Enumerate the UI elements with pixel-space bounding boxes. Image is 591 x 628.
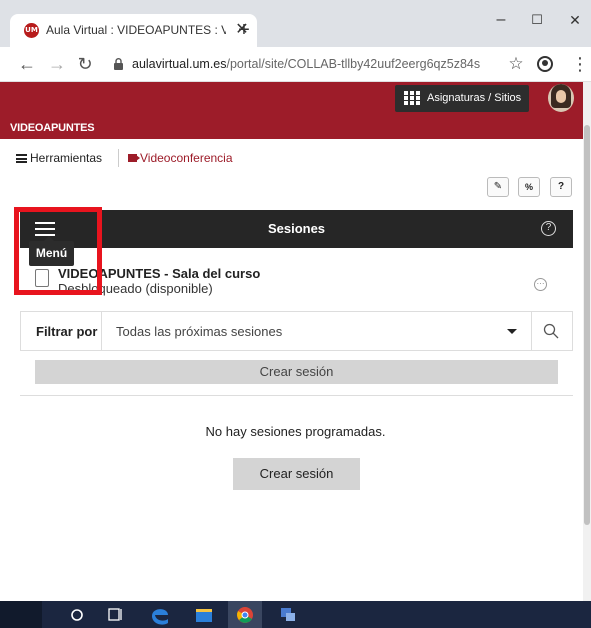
dropdown-caret-icon[interactable]: [507, 329, 517, 334]
help-question-icon[interactable]: ?: [550, 177, 572, 197]
search-circle-icon[interactable]: [60, 601, 94, 628]
sites-button[interactable]: Asignaturas / Sitios: [395, 85, 529, 112]
search-divider: [531, 312, 532, 350]
url-text: aulavirtual.um.es/portal/site/COLLAB-tll…: [132, 57, 480, 71]
account-icon[interactable]: [537, 56, 553, 72]
video-camera-icon: [128, 154, 140, 162]
browser-tab[interactable]: UM Aula Virtual : VIDEOAPUNTES : Vi ✕: [10, 14, 257, 47]
forward-icon[interactable]: →: [47, 54, 67, 74]
sites-button-label: Asignaturas / Sitios: [427, 92, 522, 104]
reload-icon[interactable]: ↻: [75, 54, 95, 74]
url-host: aulavirtual.um.es: [132, 57, 227, 71]
browser-menu-icon[interactable]: ⋮: [571, 54, 589, 74]
filter-select[interactable]: Todas las próximas sesiones: [116, 324, 282, 339]
new-tab-icon[interactable]: +: [234, 20, 254, 40]
tab-title: Aula Virtual : VIDEOAPUNTES : Vi: [46, 23, 226, 37]
minimize-icon[interactable]: –: [491, 10, 511, 30]
room-status: Desbloqueado (disponible): [58, 281, 213, 296]
empty-state-message: No hay sesiones programadas.: [205, 424, 386, 439]
scrollbar-thumb[interactable]: [584, 125, 590, 525]
site-favicon-icon: UM: [24, 23, 39, 38]
edit-pencil-icon[interactable]: ✎: [487, 177, 509, 197]
room-name[interactable]: VIDEOAPUNTES - Sala del curso: [58, 266, 260, 281]
edge-browser-icon[interactable]: [143, 601, 177, 628]
maximize-icon[interactable]: ☐: [527, 10, 547, 30]
site-header: Asignaturas / Sitios VIDEOAPUNTES: [0, 82, 583, 139]
task-view-icon[interactable]: [98, 601, 132, 628]
help-circle-icon[interactable]: ?: [541, 221, 556, 236]
videoconferencia-label: Videoconferencia: [140, 151, 233, 165]
close-window-icon[interactable]: ✕: [565, 10, 585, 30]
network-app-icon[interactable]: [270, 601, 304, 628]
create-session-button[interactable]: Crear sesión: [233, 458, 360, 490]
windows-taskbar: [0, 601, 591, 628]
filter-label: Filtrar por: [36, 324, 98, 339]
sessions-title: Sesiones: [267, 221, 326, 236]
tool-menu-row: Herramientas Videoconferencia: [0, 139, 583, 177]
user-avatar[interactable]: [548, 84, 574, 112]
search-icon[interactable]: [543, 323, 559, 339]
sessions-bar: Sesiones ?: [20, 210, 573, 248]
room-icon: [35, 269, 49, 287]
menu-tooltip: Menú: [29, 236, 74, 266]
back-icon[interactable]: ←: [17, 54, 37, 74]
filter-divider: [101, 312, 102, 350]
browser-toolbar: ← → ↻ aulavirtual.um.es/portal/site/COLL…: [0, 47, 591, 82]
bookmark-star-icon[interactable]: ☆: [506, 54, 526, 74]
url-path: /portal/site/COLLAB-tllby42uuf2eerg6qz5z…: [226, 57, 481, 71]
more-options-icon[interactable]: ···: [534, 278, 547, 291]
filter-row: Filtrar por Todas las próximas sesiones: [20, 311, 573, 351]
address-bar[interactable]: aulavirtual.um.es/portal/site/COLLAB-tll…: [100, 54, 530, 76]
browser-tab-strip: UM Aula Virtual : VIDEOAPUNTES : Vi ✕ + …: [0, 0, 591, 47]
tool-divider: [118, 149, 119, 167]
file-explorer-icon[interactable]: [187, 601, 221, 628]
site-title[interactable]: VIDEOAPUNTES: [10, 122, 95, 134]
lock-icon: [114, 58, 123, 70]
grid-icon: [404, 91, 420, 105]
videoconferencia-link[interactable]: Videoconferencia: [128, 151, 233, 165]
content-divider: [20, 395, 573, 396]
tools-menu-button[interactable]: Herramientas: [16, 151, 102, 165]
create-session-bar[interactable]: Crear sesión: [35, 360, 558, 384]
tools-menu-label: Herramientas: [30, 151, 103, 165]
chrome-icon[interactable]: [228, 601, 262, 628]
link-icon[interactable]: %: [518, 177, 540, 197]
hamburger-icon: [16, 154, 27, 163]
start-area: [0, 601, 42, 628]
